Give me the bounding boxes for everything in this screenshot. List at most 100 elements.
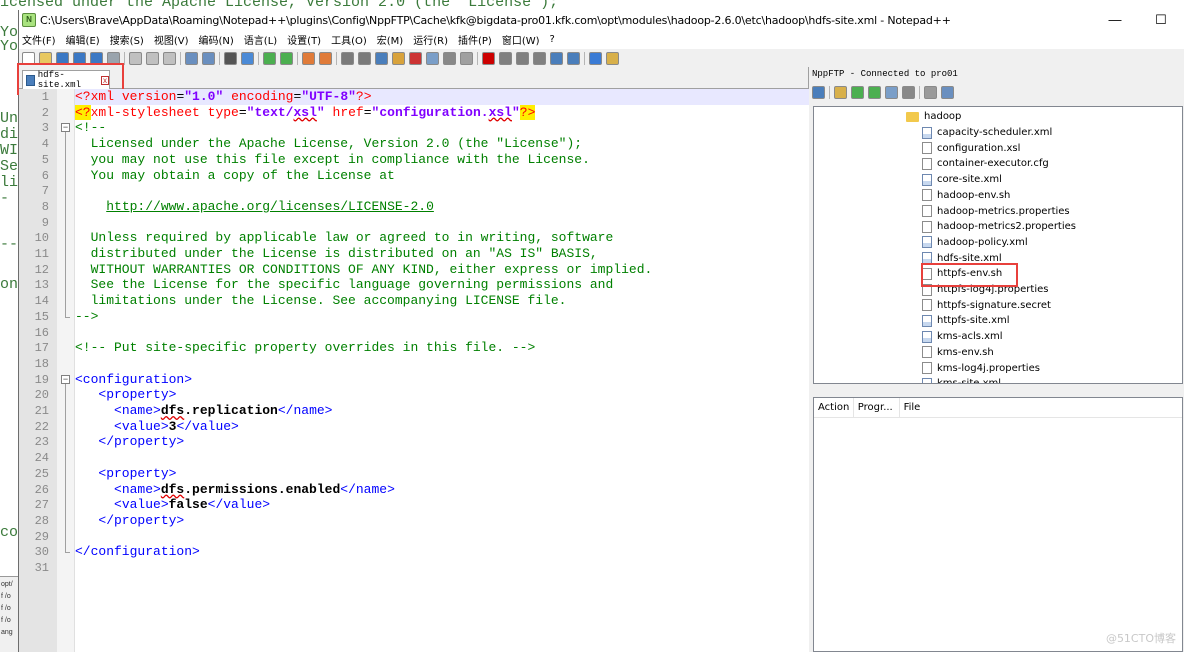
toolbar-button-4-icon[interactable] <box>90 51 103 65</box>
toolbar-button-5-icon[interactable] <box>107 51 120 65</box>
menu-item-2[interactable]: 搜索(S) <box>110 32 144 47</box>
toolbar-button-17-icon[interactable] <box>263 51 276 65</box>
toolbar-button-28-icon[interactable] <box>426 51 439 65</box>
tab-hdfs-site[interactable]: hdfs-site.xml x <box>22 70 110 90</box>
toolbar-button-40-icon[interactable] <box>606 51 619 65</box>
tree-file-item[interactable]: httpfs-env.sh <box>922 266 1002 282</box>
toolbar-button-1-icon[interactable] <box>39 51 52 65</box>
toolbar-button-2-icon[interactable] <box>56 51 69 65</box>
file-label: httpfs-site.xml <box>937 315 1010 327</box>
file-icon <box>922 173 932 186</box>
toolbar-button-7-icon[interactable] <box>129 51 142 65</box>
watermark: @51CTO博客 <box>1105 632 1176 645</box>
tree-file-item[interactable]: hdfs-site.xml <box>922 250 1002 266</box>
ftp-toolbar-button-5-icon[interactable] <box>885 85 898 99</box>
menu-item-12[interactable]: ? <box>550 34 555 45</box>
tree-file-item[interactable]: kms-log4j.properties <box>922 360 1040 376</box>
toolbar-button-3-icon[interactable] <box>73 51 86 65</box>
toolbar-button-39-icon[interactable] <box>589 51 602 65</box>
tree-file-item[interactable]: kms-env.sh <box>922 345 994 361</box>
toolbar-button-11-icon[interactable] <box>185 51 198 65</box>
ftp-toolbar-button-2-icon[interactable] <box>834 85 847 99</box>
code-line-26: <name>dfs.permissions.enabled</name> <box>114 481 395 497</box>
window-title: C:\Users\Brave\AppData\Roaming\Notepad++… <box>40 13 951 27</box>
toolbar-button-33-icon[interactable] <box>499 51 512 65</box>
minimize-button[interactable]: — <box>1092 10 1138 30</box>
tree-file-item[interactable]: kms-acls.xml <box>922 329 1003 345</box>
toolbar-button-20-icon[interactable] <box>302 51 315 65</box>
menu-item-1[interactable]: 编辑(E) <box>66 32 100 47</box>
toolbar-button-12-icon[interactable] <box>202 51 215 65</box>
toolbar-button-35-icon[interactable] <box>533 51 546 65</box>
toolbar-button-32-icon[interactable] <box>482 51 495 65</box>
toolbar-button-14-icon[interactable] <box>224 51 237 65</box>
background-text-fragment: on <box>0 276 19 293</box>
background-text-fragment: -- <box>0 236 19 253</box>
menu-item-4[interactable]: 编码(N) <box>199 32 234 47</box>
menu-item-7[interactable]: 工具(O) <box>331 32 367 47</box>
tree-file-item[interactable]: hadoop-metrics2.properties <box>922 219 1076 235</box>
toolbar-button-27-icon[interactable] <box>409 51 422 65</box>
tree-file-item[interactable]: hadoop-policy.xml <box>922 235 1028 251</box>
ftp-toolbar-button-0-icon[interactable] <box>812 85 825 99</box>
toolbar-button-30-icon[interactable] <box>460 51 473 65</box>
toolbar-button-23-icon[interactable] <box>341 51 354 65</box>
code-line-12: WITHOUT WARRANTIES OR CONDITIONS OF ANY … <box>75 261 653 277</box>
ftp-toolbar-button-8-icon[interactable] <box>924 85 937 99</box>
toolbar-button-34-icon[interactable] <box>516 51 529 65</box>
menu-item-8[interactable]: 宏(M) <box>377 32 403 47</box>
menu-item-6[interactable]: 设置(T) <box>287 32 321 47</box>
toolbar-button-37-icon[interactable] <box>567 51 580 65</box>
ftp-panel-title: NppFTP - Connected to pro01 <box>812 69 958 79</box>
toolbar-button-9-icon[interactable] <box>163 51 176 65</box>
toolbar-button-36-icon[interactable] <box>550 51 563 65</box>
tree-file-item[interactable]: hadoop-metrics.properties <box>922 203 1070 219</box>
toolbar-button-26-icon[interactable] <box>392 51 405 65</box>
tree-file-item[interactable]: kms-site.xml <box>922 376 1001 383</box>
file-label: container-executor.cfg <box>937 158 1049 170</box>
maximize-button[interactable]: ☐ <box>1138 10 1184 30</box>
menu-item-3[interactable]: 视图(V) <box>154 32 189 47</box>
tree-folder-hadoop[interactable]: hadoop <box>906 109 961 125</box>
ftp-toolbar-button-4-icon[interactable] <box>868 85 881 99</box>
tree-file-item[interactable]: configuration.xsl <box>922 140 1020 156</box>
tree-file-item[interactable]: capacity-scheduler.xml <box>922 125 1052 141</box>
file-icon <box>922 252 932 265</box>
close-icon[interactable]: x <box>101 75 110 85</box>
ftp-file-tree[interactable]: hadoop capacity-scheduler.xml configurati… <box>813 106 1183 384</box>
code-editor[interactable]: <?xml version="1.0" encoding="UTF-8"?> <… <box>75 89 809 652</box>
toolbar-button-24-icon[interactable] <box>358 51 371 65</box>
code-line-5: you may not use this file except in comp… <box>75 151 590 167</box>
code-line-8: http://www.apache.org/licenses/LICENSE-2… <box>106 198 434 214</box>
menu-item-11[interactable]: 窗口(W) <box>502 32 540 47</box>
toolbar-button-25-icon[interactable] <box>375 51 388 65</box>
code-line-17: <!-- Put site-specific property override… <box>75 340 536 356</box>
toolbar-button-29-icon[interactable] <box>443 51 456 65</box>
tree-file-item[interactable]: httpfs-log4j.properties <box>922 282 1048 298</box>
toolbar-button-21-icon[interactable] <box>319 51 332 65</box>
tree-file-item[interactable]: hadoop-env.sh <box>922 188 1010 204</box>
menu-item-0[interactable]: 文件(F) <box>22 32 56 47</box>
ftp-toolbar-button-3-icon[interactable] <box>851 85 864 99</box>
queue-col-progress[interactable]: Progr... <box>854 398 900 417</box>
ftp-toolbar-button-9-icon[interactable] <box>941 85 954 99</box>
toolbar-button-0-icon[interactable] <box>22 51 35 65</box>
menu-item-10[interactable]: 插件(P) <box>458 32 492 47</box>
fold-configuration-toggle[interactable]: − <box>61 374 70 384</box>
code-line-6: You may obtain a copy of the License at <box>75 167 395 183</box>
line-number: 7 <box>41 184 49 199</box>
menu-item-5[interactable]: 语言(L) <box>244 32 277 47</box>
tree-file-item[interactable]: httpfs-signature.secret <box>922 297 1051 313</box>
fold-margin[interactable]: − − <box>57 89 75 652</box>
tree-file-item[interactable]: httpfs-site.xml <box>922 313 1010 329</box>
fold-comment-toggle[interactable]: − <box>61 123 70 133</box>
queue-col-action[interactable]: Action <box>814 398 854 417</box>
tree-file-item[interactable]: container-executor.cfg <box>922 156 1049 172</box>
ftp-toolbar-button-6-icon[interactable] <box>902 85 915 99</box>
toolbar-button-15-icon[interactable] <box>241 51 254 65</box>
toolbar-button-18-icon[interactable] <box>280 51 293 65</box>
menu-item-9[interactable]: 运行(R) <box>413 32 448 47</box>
queue-col-file[interactable]: File <box>900 398 1182 417</box>
toolbar-button-8-icon[interactable] <box>146 51 159 65</box>
tree-file-item[interactable]: core-site.xml <box>922 172 1002 188</box>
